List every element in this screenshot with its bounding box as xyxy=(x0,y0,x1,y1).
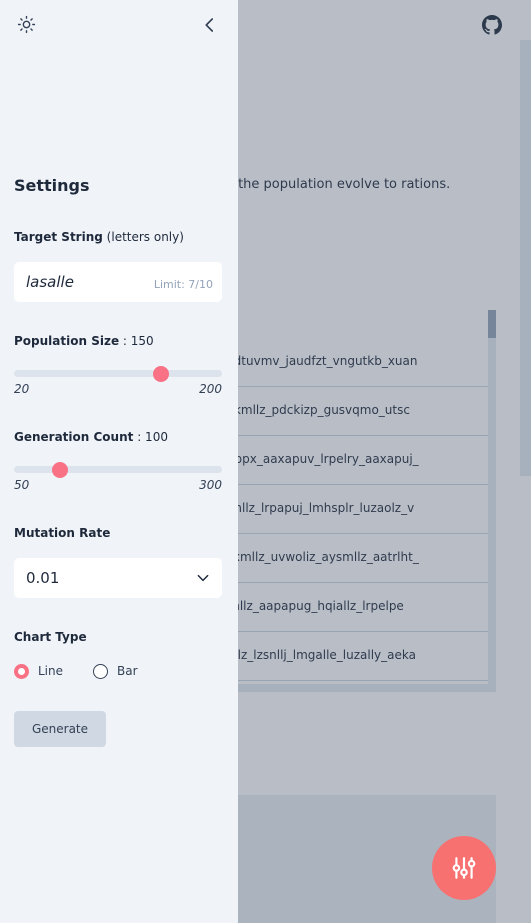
mutation-rate-value: 0.01 xyxy=(26,569,60,587)
target-string-label: Target String (letters only) xyxy=(14,230,184,244)
target-string-input[interactable]: lasalle Limit: 7/10 xyxy=(14,262,222,302)
settings-fab-button[interactable] xyxy=(432,836,496,900)
radio-label-line: Line xyxy=(38,664,64,678)
sun-icon[interactable] xyxy=(17,15,36,34)
generation-min: 50 xyxy=(14,478,30,492)
target-string-hint: (letters only) xyxy=(106,230,184,244)
sliders-icon xyxy=(452,857,476,879)
chart-type-line-radio[interactable]: Line xyxy=(14,662,63,680)
population-size-value: : 150 xyxy=(122,334,154,348)
population-min: 20 xyxy=(14,382,30,396)
radio-unselected-icon[interactable] xyxy=(93,663,108,679)
generation-slider-thumb[interactable] xyxy=(52,461,69,478)
chart-type-bar-radio[interactable]: Bar xyxy=(93,662,138,680)
generation-count-value: : 100 xyxy=(137,430,168,444)
settings-title: Settings xyxy=(14,176,90,195)
generation-count-label: Generation Count : 100 xyxy=(14,430,168,444)
population-size-label: Population Size : 150 xyxy=(14,334,154,348)
population-max: 200 xyxy=(199,382,222,396)
generation-max: 300 xyxy=(199,478,222,492)
population-size-slider[interactable] xyxy=(14,365,222,382)
radio-label-bar: Bar xyxy=(117,664,138,678)
mutation-rate-select[interactable]: 0.01 xyxy=(14,558,222,598)
mutation-rate-label: Mutation Rate xyxy=(14,526,111,540)
population-slider-thumb[interactable] xyxy=(152,365,169,382)
chevron-left-icon[interactable] xyxy=(201,15,219,35)
target-limit-text: Limit: 7/10 xyxy=(153,278,213,291)
chevron-down-icon xyxy=(197,574,209,582)
generation-count-slider[interactable] xyxy=(14,461,222,478)
settings-drawer: Settings Target String (letters only) la… xyxy=(0,0,238,923)
target-string-value[interactable]: lasalle xyxy=(26,273,74,291)
generate-button[interactable]: Generate xyxy=(14,711,106,747)
chart-type-label: Chart Type xyxy=(14,630,87,644)
radio-selected-icon[interactable] xyxy=(14,663,29,679)
